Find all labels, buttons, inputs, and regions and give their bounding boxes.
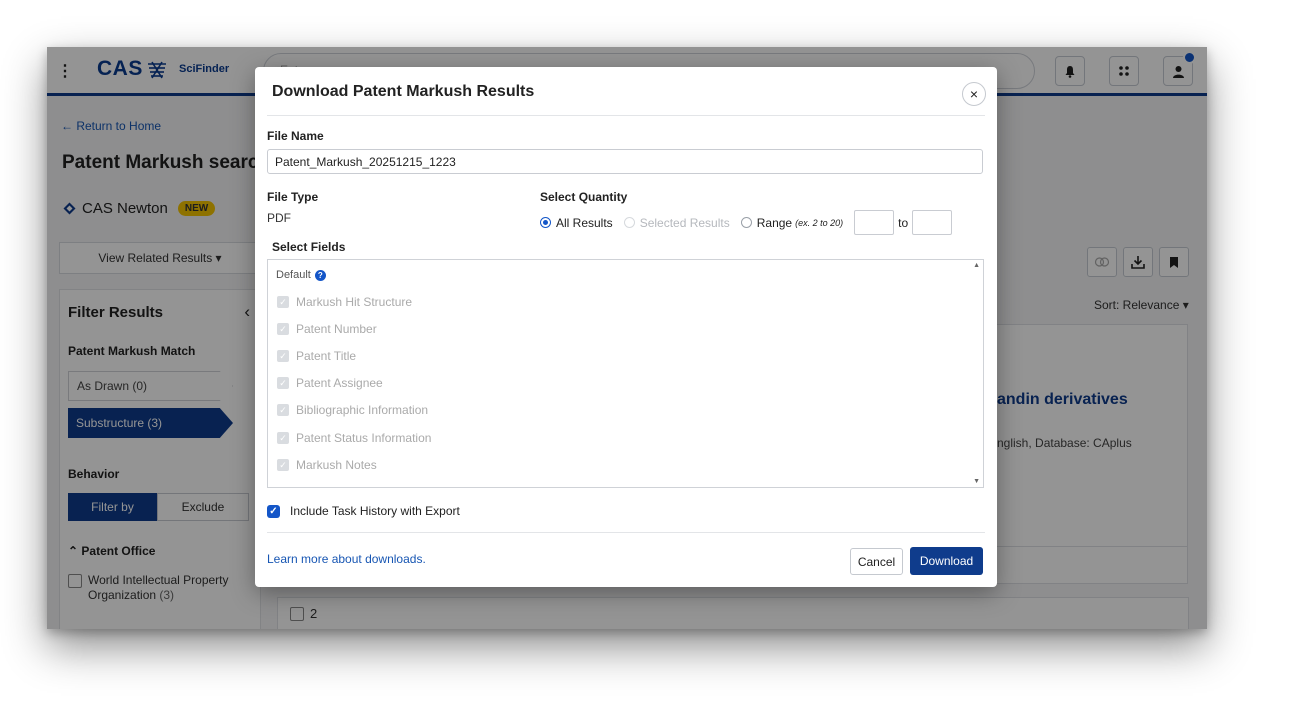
scroll-up-arrow-icon[interactable]: ▲ [973,262,980,269]
range-end-input[interactable] [912,210,953,235]
checkbox-disabled-icon: ✓ [277,323,289,335]
field-label: Patent Status Information [296,431,432,445]
range-hint: (ex. 2 to 20) [795,217,844,228]
selected-results-radio [623,217,635,228]
checkbox-disabled-icon: ✓ [277,350,289,362]
checkbox-disabled-icon: ✓ [277,404,289,416]
range-label: Range [756,215,793,230]
file-name-label: File Name [267,129,324,143]
selected-results-label: Selected Results [639,215,730,230]
close-button[interactable]: × [962,82,986,106]
download-submit-button[interactable]: Download [910,547,983,575]
field-label: Patent Number [296,322,377,336]
field-label: Markush Notes [296,458,377,472]
select-fields-label: Select Fields [272,240,346,254]
file-type-label: File Type [267,190,319,204]
dialog-title: Download Patent Markush Results [272,83,535,100]
field-label: Patent Assignee [296,376,383,390]
checkbox-disabled-icon: ✓ [277,432,289,444]
field-item: ✓ Markush Hit Structure [277,295,412,309]
range-start-input[interactable] [854,210,895,235]
all-results-radio[interactable] [540,217,551,228]
download-dialog: Download Patent Markush Results × File N… [255,67,997,587]
field-item: ✓ Patent Number [277,322,377,336]
field-item: ✓ Patent Assignee [277,376,383,390]
task-history-label: Include Task History with Export [290,504,460,518]
default-group-label: Default ? [276,269,326,281]
field-label: Markush Hit Structure [296,295,413,309]
checkbox-disabled-icon: ✓ [277,377,289,389]
close-icon: × [969,86,979,102]
quantity-label: Select Quantity [540,190,628,204]
field-label: Patent Title [296,349,357,363]
quantity-options: All Results Selected Results Range (ex. … [540,210,953,235]
all-results-label: All Results [556,215,613,230]
field-item: ✓ Bibliographic Information [277,403,428,417]
task-history-checkbox[interactable]: ✓ [267,504,280,518]
help-icon[interactable]: ? [314,269,326,281]
footer-divider [267,532,985,533]
field-item: ✓ Patent Title [277,349,356,363]
field-label: Bibliographic Information [296,403,429,417]
fields-list[interactable]: Default ? ✓ Markush Hit Structure ✓ Patent… [267,259,984,488]
field-item: ✓ Markush Notes [277,458,377,472]
checkbox-disabled-icon: ✓ [277,459,289,471]
range-radio[interactable] [740,217,752,228]
file-type-value: PDF [267,211,291,225]
file-name-input[interactable] [267,149,983,174]
title-divider [267,115,985,116]
cancel-button[interactable]: Cancel [850,548,903,575]
range-to-label: to [898,215,909,230]
default-label: Default [276,269,311,281]
field-item: ✓ Patent Status Information [277,431,431,445]
task-history-option[interactable]: ✓ Include Task History with Export [267,504,460,518]
scroll-down-arrow-icon[interactable]: ▼ [973,478,980,485]
checkbox-disabled-icon: ✓ [277,296,289,308]
learn-more-link[interactable]: Learn more about downloads. [267,552,426,566]
